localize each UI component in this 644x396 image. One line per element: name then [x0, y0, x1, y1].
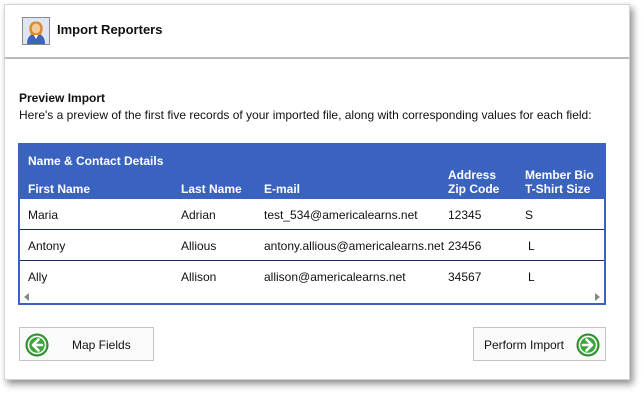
cell-last-name: Adrian — [181, 208, 216, 222]
page-header: Import Reporters — [5, 5, 629, 59]
import-panel: Import Reporters Preview Import Here's a… — [4, 4, 630, 380]
cell-email: antony.allious@americalearns.net — [264, 239, 445, 253]
scroll-left-arrow-icon[interactable] — [24, 293, 29, 301]
scroll-right-arrow-icon[interactable] — [595, 293, 600, 301]
perform-import-label: Perform Import — [484, 338, 565, 352]
horizontal-scrollbar[interactable] — [20, 291, 604, 303]
cell-last-name: Allison — [181, 270, 217, 284]
cell-tshirt-size: L — [528, 270, 535, 284]
map-fields-button[interactable]: Map Fields — [19, 327, 154, 361]
column-group-name-contact: Name & Contact Details — [28, 154, 164, 168]
cell-tshirt-size: S — [525, 208, 534, 222]
preview-description: Here's a preview of the first five recor… — [19, 108, 592, 122]
preview-title: Preview Import — [19, 91, 106, 105]
page-title: Import Reporters — [57, 22, 163, 37]
cell-email: test_534@americalearns.net — [264, 208, 418, 222]
cell-first-name: Ally — [28, 270, 48, 284]
cell-zip-code: 12345 — [448, 208, 482, 222]
column-header-first-name[interactable]: First Name — [28, 182, 90, 196]
table-row: Antony Allious antony.allious@americalea… — [20, 230, 604, 261]
cell-email: allison@americalearns.net — [264, 270, 406, 284]
cell-tshirt-size: L — [528, 239, 535, 253]
column-header-last-name[interactable]: Last Name — [181, 182, 242, 196]
column-header-email[interactable]: E-mail — [264, 182, 300, 196]
table-row: Maria Adrian test_534@americalearns.net … — [20, 199, 604, 230]
cell-first-name: Maria — [28, 208, 59, 222]
cell-zip-code: 34567 — [448, 270, 482, 284]
back-arrow-icon — [25, 333, 49, 357]
table-row: Ally Allison allison@americalearns.net 3… — [20, 261, 604, 292]
user-avatar-icon — [22, 17, 50, 45]
perform-import-button[interactable]: Perform Import — [473, 327, 606, 361]
column-header-tshirt-size[interactable]: T-Shirt Size — [525, 182, 590, 196]
column-group-member-bio: Member Bio — [525, 168, 594, 182]
preview-grid: Name & Contact Details Address Member Bi… — [18, 143, 606, 305]
column-header-zip-code[interactable]: Zip Code — [448, 182, 499, 196]
map-fields-label: Map Fields — [72, 338, 131, 352]
cell-zip-code: 23456 — [448, 239, 482, 253]
cell-first-name: Antony — [28, 239, 66, 253]
column-group-address: Address — [448, 168, 497, 182]
forward-arrow-icon — [576, 333, 600, 357]
cell-last-name: Allious — [181, 239, 217, 253]
grid-header: Name & Contact Details Address Member Bi… — [20, 145, 604, 199]
